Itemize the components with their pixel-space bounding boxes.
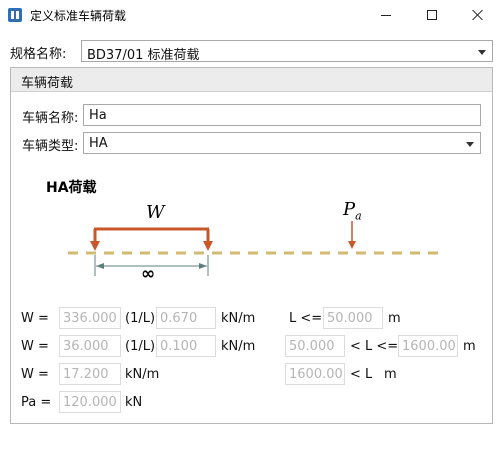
row1-cond-label: L <= [289, 311, 323, 326]
load-arrow-right-head [203, 241, 213, 251]
row1-exp-field: 0.670 [156, 307, 216, 329]
row2-lmin-value: 50.000 [289, 339, 335, 354]
row3-cond-label: < L [350, 367, 373, 382]
row4-pa-value: 120.000 [63, 395, 117, 410]
row1-w-field: 336.000 [59, 307, 121, 329]
row2-l-unit: m [463, 339, 476, 354]
row1-lmax-value: 50.000 [327, 311, 373, 326]
row2-exp-field: 0.100 [156, 335, 216, 357]
row2-lmax-value: 1600.00 [402, 339, 456, 354]
dim-arrow-right [199, 263, 207, 269]
row3-w-label: W = [21, 367, 49, 382]
pa-symbol-sub: a [355, 209, 362, 223]
row3-lmin-value: 1600.00 [289, 367, 343, 382]
row4-pa-field: 120.000 [59, 391, 121, 413]
dim-arrow-left [96, 263, 104, 269]
row1-l-unit: m [388, 311, 401, 326]
row2-lmax-field: 1600.00 [398, 335, 458, 357]
pa-arrow-head [348, 241, 356, 249]
row1-w-label: W = [21, 311, 49, 326]
row3-l-unit: m [384, 367, 397, 382]
row2-w-value: 36.000 [63, 339, 109, 354]
w-symbol: W [146, 202, 165, 223]
row2-w-label: W = [21, 339, 49, 354]
row1-div-label: (1/L) [125, 311, 156, 326]
pa-symbol: Pa [343, 199, 362, 223]
row3-unit: kN/m [125, 367, 160, 382]
row2-unit: kN/m [221, 339, 256, 354]
load-arrow-left-head [90, 241, 100, 251]
row1-lmax-field: 50.000 [323, 307, 383, 329]
row1-w-value: 336.000 [63, 311, 117, 326]
row2-lmin-field: 50.000 [285, 335, 345, 357]
row3-w-field: 17.200 [59, 363, 121, 385]
row4-unit: kN [125, 395, 143, 410]
row1-exp-value: 0.670 [160, 311, 198, 326]
row2-div-label: (1/L) [125, 339, 156, 354]
span-infinity-symbol: ∞ [141, 264, 156, 284]
row1-unit: kN/m [221, 311, 256, 326]
row3-lmin-field: 1600.00 [285, 363, 345, 385]
row2-cond-label: < L <= [350, 339, 399, 354]
row3-w-value: 17.200 [63, 367, 109, 382]
row4-pa-label: Pa = [21, 395, 52, 410]
row2-exp-value: 0.100 [160, 339, 198, 354]
pa-symbol-main: P [343, 199, 356, 220]
row2-w-field: 36.000 [59, 335, 121, 357]
